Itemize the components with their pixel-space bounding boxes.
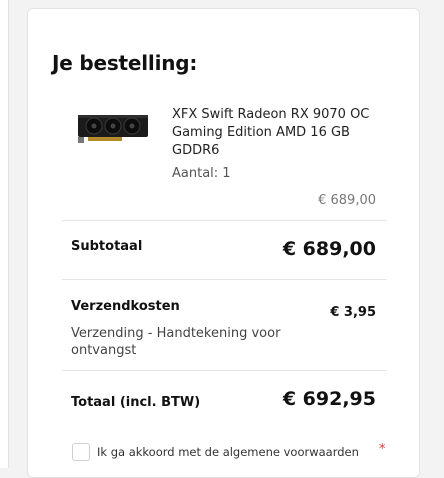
subtotal-label: Subtotaal <box>71 239 143 254</box>
left-panel-edge <box>0 0 9 468</box>
shipping-method: Verzending - Handtekening voor ontvangst <box>71 326 281 358</box>
product-price: € 689,00 <box>318 193 376 208</box>
terms-checkbox[interactable] <box>72 443 90 461</box>
total-label: Totaal (incl. BTW) <box>71 395 201 410</box>
shipping-label: Verzendkosten <box>71 299 180 314</box>
total-amount: € 692,95 <box>282 388 376 410</box>
subtotal-amount: € 689,00 <box>282 238 376 260</box>
divider <box>62 370 387 371</box>
divider <box>62 220 387 221</box>
product-name[interactable]: XFX Swift Radeon RX 9070 OC Gaming Editi… <box>172 106 372 160</box>
required-marker: * <box>379 442 386 457</box>
order-title: Je bestelling: <box>52 51 198 75</box>
order-summary-card: Je bestelling: XFX Swift Radeon RX 9070 … <box>27 8 420 478</box>
graphics-card-image <box>78 115 148 143</box>
product-quantity: Aantal: 1 <box>172 166 231 181</box>
terms-label[interactable]: Ik ga akkoord met de algemene voorwaarde… <box>97 445 359 459</box>
shipping-amount: € 3,95 <box>330 305 376 320</box>
divider <box>62 279 387 280</box>
